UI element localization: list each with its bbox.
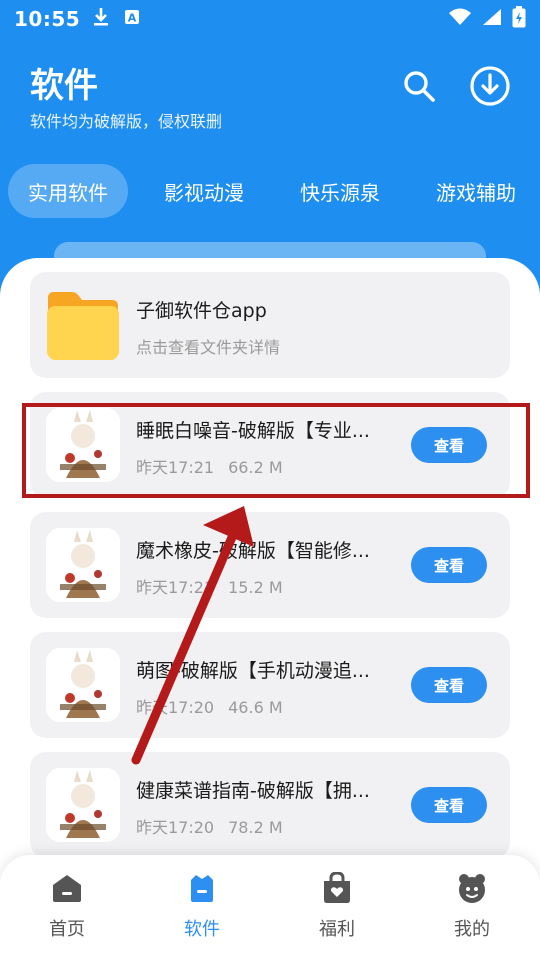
nav-label: 首页 <box>49 919 85 940</box>
item-time: 昨天17:20 <box>136 818 215 837</box>
app-thumbnail <box>46 408 120 482</box>
tab-label: 影视动漫 <box>164 180 244 205</box>
nav-label: 我的 <box>454 919 490 940</box>
apps-icon <box>185 871 219 905</box>
page-title: 软件 <box>30 66 98 106</box>
list-item[interactable]: 健康菜谱指南-破解版【拥... 昨天17:20 78.2 M 查看 <box>30 752 510 858</box>
item-time: 昨天17:21 <box>136 458 215 477</box>
app-thumbnail <box>46 528 120 602</box>
home-icon <box>50 871 84 905</box>
wifi-icon <box>448 8 472 30</box>
list-item[interactable]: 睡眠白噪音-破解版【专业... 昨天17:21 66.2 M 查看 <box>30 392 510 498</box>
tab-label: 实用软件 <box>28 180 108 205</box>
item-meta: 昨天17:20 46.6 M <box>136 694 283 718</box>
nav-label: 福利 <box>319 919 355 940</box>
view-button[interactable]: 查看 <box>411 667 487 703</box>
nav-welfare[interactable]: 福利 <box>292 871 382 951</box>
item-title: 魔术橡皮-破解版【智能修... <box>136 540 370 562</box>
tab-game-assist[interactable]: 游戏辅助 <box>418 164 534 218</box>
view-button[interactable]: 查看 <box>411 787 487 823</box>
nav-software[interactable]: 软件 <box>157 871 247 951</box>
tab-label: 快乐源泉 <box>300 180 380 205</box>
category-tabs: 实用软件 影视动漫 快乐源泉 游戏辅助 <box>0 164 540 220</box>
item-size: 78.2 M <box>228 818 283 837</box>
signal-icon <box>482 8 502 30</box>
a-icon: A <box>124 9 140 29</box>
status-bar: 10:55 A <box>0 0 540 38</box>
tab-label: 游戏辅助 <box>436 180 516 205</box>
item-meta: 昨天17:21 66.2 M <box>136 454 283 478</box>
list-item[interactable]: 魔术橡皮-破解版【智能修... 昨天17:21 15.2 M 查看 <box>30 512 510 618</box>
download-circle-icon <box>469 65 511 111</box>
nav-label: 软件 <box>184 919 220 940</box>
item-size: 66.2 M <box>228 458 283 477</box>
folder-card[interactable]: 子御软件仓app 点击查看文件夹详情 <box>30 272 510 378</box>
item-time: 昨天17:20 <box>136 698 215 717</box>
item-title: 萌图-破解版【手机动漫追... <box>136 660 370 682</box>
item-meta: 昨天17:20 78.2 M <box>136 814 283 838</box>
tab-fun-source[interactable]: 快乐源泉 <box>282 164 398 218</box>
bottom-nav: 首页 软件 福利 我的 <box>0 855 540 960</box>
folder-title: 子御软件仓app <box>136 300 267 322</box>
view-button[interactable]: 查看 <box>411 547 487 583</box>
status-time: 10:55 <box>14 7 81 31</box>
search-button[interactable] <box>397 66 441 110</box>
item-size: 15.2 M <box>228 578 283 597</box>
list-item[interactable]: 萌图-破解版【手机动漫追... 昨天17:20 46.6 M 查看 <box>30 632 510 738</box>
gift-bag-icon <box>320 871 354 905</box>
page-header: 软件 软件均为破解版，侵权联删 <box>0 38 540 148</box>
nav-home[interactable]: 首页 <box>22 871 112 951</box>
nav-profile[interactable]: 我的 <box>427 871 517 951</box>
tab-practical-software[interactable]: 实用软件 <box>8 164 128 218</box>
app-thumbnail <box>46 768 120 842</box>
view-button[interactable]: 查看 <box>411 427 487 463</box>
item-time: 昨天17:21 <box>136 578 215 597</box>
app-thumbnail <box>46 648 120 722</box>
battery-icon <box>512 6 526 32</box>
item-title: 睡眠白噪音-破解版【专业... <box>136 420 370 442</box>
download-icon <box>92 7 110 31</box>
search-icon <box>401 68 437 108</box>
svg-text:A: A <box>128 12 137 25</box>
folder-icon <box>46 288 120 362</box>
download-button[interactable] <box>468 66 512 110</box>
tab-film-anime[interactable]: 影视动漫 <box>146 164 262 218</box>
item-meta: 昨天17:21 15.2 M <box>136 574 283 598</box>
folder-subtitle: 点击查看文件夹详情 <box>136 338 281 357</box>
page-subtitle: 软件均为破解版，侵权联删 <box>30 112 223 131</box>
item-size: 46.6 M <box>228 698 283 717</box>
profile-icon <box>455 871 489 905</box>
item-title: 健康菜谱指南-破解版【拥... <box>136 780 370 802</box>
